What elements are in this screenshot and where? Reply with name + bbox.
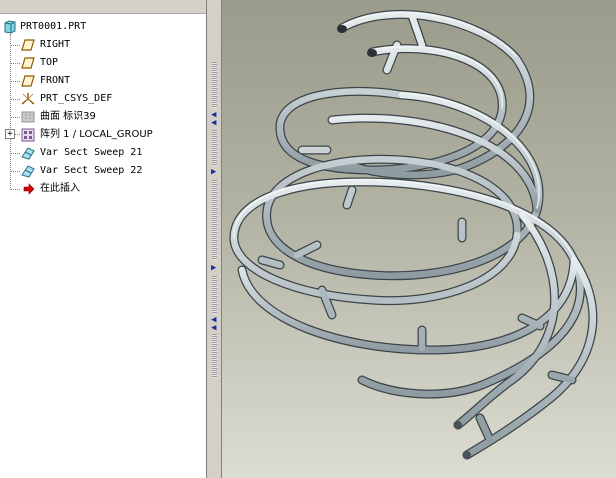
tube-end-cap bbox=[463, 451, 471, 459]
tree-item-label: FRONT bbox=[40, 75, 71, 86]
expand-right-arrow-icon[interactable]: ▶ bbox=[211, 168, 216, 177]
tree-connector-line bbox=[10, 81, 20, 82]
part-icon bbox=[2, 19, 18, 35]
tree-connector-line bbox=[10, 45, 20, 46]
tree-item-label: RIGHT bbox=[40, 39, 71, 50]
tree-item-label: Var Sect Sweep 22 bbox=[40, 165, 143, 176]
pattern-icon bbox=[20, 127, 36, 143]
panel-splitter[interactable]: ◀ ◀ ▶ ▶ ◀ ◀ bbox=[206, 0, 222, 478]
splitter-grip[interactable] bbox=[212, 276, 217, 314]
tube-end-cap bbox=[454, 421, 462, 429]
tree-item-label: 在此插入 bbox=[40, 183, 80, 194]
tube-end-cap bbox=[367, 49, 377, 57]
coordinate-system-icon bbox=[20, 91, 36, 107]
splitter-grip[interactable] bbox=[212, 62, 217, 108]
tree-item-label: TOP bbox=[40, 57, 59, 68]
spiral-sweep-model[interactable] bbox=[222, 0, 616, 478]
collapse-left-arrow-icon[interactable]: ◀ bbox=[211, 119, 216, 128]
datum-plane-icon bbox=[20, 37, 36, 53]
surface-icon bbox=[20, 109, 36, 125]
tree-item-label: Var Sect Sweep 21 bbox=[40, 147, 143, 158]
splitter-grip[interactable] bbox=[212, 180, 217, 260]
tree-connector-line bbox=[10, 99, 20, 100]
model-tree-panel: PRT0001.PRT RIGHT TOP FRONT PRT_CSYS_DEF… bbox=[0, 0, 206, 478]
expand-toggle-icon[interactable]: + bbox=[5, 129, 15, 139]
tree-connector-line bbox=[10, 117, 20, 118]
tree-root-label: PRT0001.PRT bbox=[20, 21, 87, 32]
datum-plane-icon bbox=[20, 55, 36, 71]
tree-connector-line bbox=[10, 153, 20, 154]
tree-connector-line bbox=[10, 189, 20, 190]
tree-item-label: PRT_CSYS_DEF bbox=[40, 93, 113, 104]
tree-item-label: 阵列 1 / LOCAL_GROUP bbox=[40, 129, 153, 140]
tree-item-label: 曲面 标识39 bbox=[40, 111, 96, 122]
tube-end-cap bbox=[337, 25, 347, 33]
tree-connector-line bbox=[10, 34, 11, 190]
collapse-left-arrow-icon[interactable]: ◀ bbox=[211, 324, 216, 333]
var-sect-sweep-icon bbox=[20, 163, 36, 179]
insert-here-arrow-icon bbox=[20, 181, 36, 197]
tree-connector-line bbox=[10, 171, 20, 172]
splitter-grip[interactable] bbox=[212, 334, 217, 378]
model-tree-header-bar bbox=[0, 0, 206, 14]
var-sect-sweep-icon bbox=[20, 145, 36, 161]
splitter-grip[interactable] bbox=[212, 130, 217, 166]
datum-plane-icon bbox=[20, 73, 36, 89]
expand-right-arrow-icon[interactable]: ▶ bbox=[211, 264, 216, 273]
graphics-viewport[interactable] bbox=[222, 0, 616, 478]
tree-connector-line bbox=[10, 63, 20, 64]
